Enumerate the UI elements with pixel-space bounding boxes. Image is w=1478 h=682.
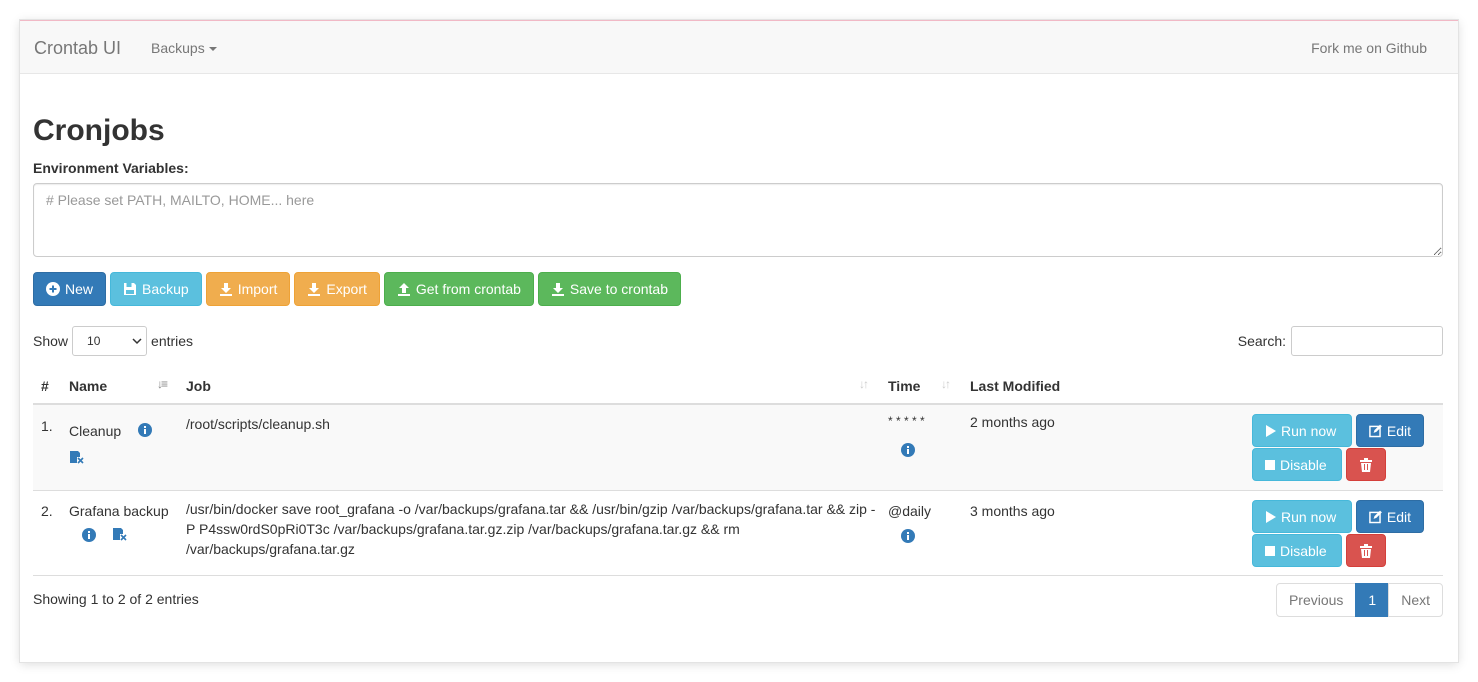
row-time: * * * * *	[888, 414, 925, 428]
backups-dropdown[interactable]: Backups	[151, 40, 217, 56]
backup-label: Backup	[142, 281, 189, 297]
get-from-crontab-label: Get from crontab	[415, 281, 521, 297]
run-now-label: Run now	[1281, 508, 1337, 525]
col-job[interactable]: Job	[186, 378, 211, 394]
toolbar: New Backup Import Export Get from cronta…	[33, 272, 681, 306]
edit-icon	[1369, 424, 1382, 437]
stop-icon	[1265, 459, 1275, 470]
get-from-crontab-button[interactable]: Get from crontab	[383, 272, 534, 306]
search-control: Search:	[1238, 326, 1443, 356]
edit-button[interactable]: Edit	[1356, 414, 1424, 447]
row-job: /usr/bin/docker save root_grafana -o /va…	[186, 501, 876, 557]
brand-link[interactable]: Crontab UI	[34, 38, 121, 59]
disable-label: Disable	[1280, 542, 1327, 559]
import-button[interactable]: Import	[205, 272, 291, 306]
row-name: Grafana backup	[69, 503, 169, 519]
edit-button[interactable]: Edit	[1356, 500, 1424, 533]
disable-label: Disable	[1280, 456, 1327, 473]
entries-select-value: 10	[87, 334, 101, 348]
plus-circle-icon	[46, 282, 60, 296]
row-last-modified: 2 months ago	[970, 414, 1055, 430]
next-page-button[interactable]: Next	[1388, 583, 1443, 617]
new-button[interactable]: New	[33, 272, 107, 306]
navbar: Crontab UI Backups Fork me on Github	[20, 21, 1458, 74]
import-icon	[219, 283, 232, 296]
pagination: Previous 1 Next	[1275, 583, 1443, 617]
caret-down-icon	[208, 47, 217, 52]
row-name: Cleanup	[69, 423, 122, 439]
env-variables-input[interactable]	[33, 183, 1443, 257]
upload-icon	[397, 283, 410, 296]
backup-job-icon[interactable]	[69, 450, 85, 464]
run-now-button[interactable]: Run now	[1252, 414, 1352, 447]
entries-length-control: Show 10 entries	[33, 326, 193, 356]
row-index: 1.	[41, 418, 53, 434]
search-label: Search:	[1237, 333, 1286, 349]
sort-both-icon[interactable]: ↓↑	[859, 377, 869, 391]
show-label: Show	[33, 333, 69, 349]
delete-button[interactable]	[1346, 448, 1386, 481]
table-header: # Name ↓≡ Job ↓↑ Time ↓↑ Last Modified	[33, 369, 1443, 405]
backups-label: Backups	[151, 40, 205, 56]
col-index: #	[41, 378, 49, 394]
save-icon	[124, 283, 137, 295]
backup-job-icon[interactable]	[112, 527, 128, 541]
entries-label: entries	[151, 333, 194, 349]
cronjobs-table: # Name ↓≡ Job ↓↑ Time ↓↑ Last Modified 1…	[33, 369, 1443, 576]
row-time: @daily	[888, 503, 932, 519]
edit-icon	[1369, 510, 1382, 523]
github-link[interactable]: Fork me on Github	[1311, 40, 1427, 56]
entries-select[interactable]: 10	[72, 326, 148, 356]
info-icon[interactable]	[901, 529, 915, 543]
sort-asc-icon[interactable]: ↓≡	[157, 377, 168, 391]
export-label: Export	[326, 281, 367, 297]
backup-button[interactable]: Backup	[110, 272, 202, 306]
run-now-button[interactable]: Run now	[1252, 500, 1352, 533]
page-title: Cronjobs	[33, 114, 165, 147]
run-now-label: Run now	[1281, 422, 1337, 439]
table-row: 1. Cleanup /root/scripts/cleanup.sh * * …	[33, 405, 1443, 491]
col-name[interactable]: Name	[69, 378, 107, 394]
save-to-crontab-button[interactable]: Save to crontab	[537, 272, 681, 306]
chevron-down-icon	[132, 338, 142, 345]
trash-icon	[1360, 457, 1372, 472]
stop-icon	[1265, 545, 1275, 556]
disable-button[interactable]: Disable	[1252, 448, 1342, 481]
info-icon[interactable]	[82, 528, 96, 542]
search-input[interactable]	[1291, 326, 1443, 356]
edit-label: Edit	[1386, 422, 1411, 439]
import-label: Import	[237, 281, 278, 297]
delete-button[interactable]	[1346, 534, 1386, 567]
row-index: 2.	[41, 503, 53, 519]
new-label: New	[65, 281, 94, 297]
export-button[interactable]: Export	[294, 272, 380, 306]
info-icon[interactable]	[901, 443, 915, 457]
table-row: 2. Grafana backup /usr/bin/docker save r…	[33, 491, 1443, 576]
env-label: Environment Variables:	[33, 160, 189, 176]
info-icon[interactable]	[138, 423, 152, 437]
disable-button[interactable]: Disable	[1252, 534, 1342, 567]
app-window: Crontab UI Backups Fork me on Github Cro…	[20, 20, 1458, 662]
play-icon	[1266, 510, 1276, 523]
sort-both-icon[interactable]: ↓↑	[941, 377, 951, 391]
save-to-crontab-label: Save to crontab	[569, 281, 668, 297]
col-last-modified[interactable]: Last Modified	[970, 378, 1060, 394]
download-icon	[308, 283, 321, 296]
row-last-modified: 3 months ago	[970, 503, 1055, 519]
table-info: Showing 1 to 2 of 2 entries	[33, 591, 199, 607]
download-icon	[551, 283, 564, 296]
row-job: /root/scripts/cleanup.sh	[186, 416, 330, 432]
edit-label: Edit	[1386, 508, 1411, 525]
trash-icon	[1360, 543, 1372, 558]
page-1-button[interactable]: 1	[1355, 583, 1390, 617]
col-time[interactable]: Time	[888, 378, 920, 394]
play-icon	[1266, 424, 1276, 437]
previous-page-button[interactable]: Previous	[1275, 583, 1357, 617]
